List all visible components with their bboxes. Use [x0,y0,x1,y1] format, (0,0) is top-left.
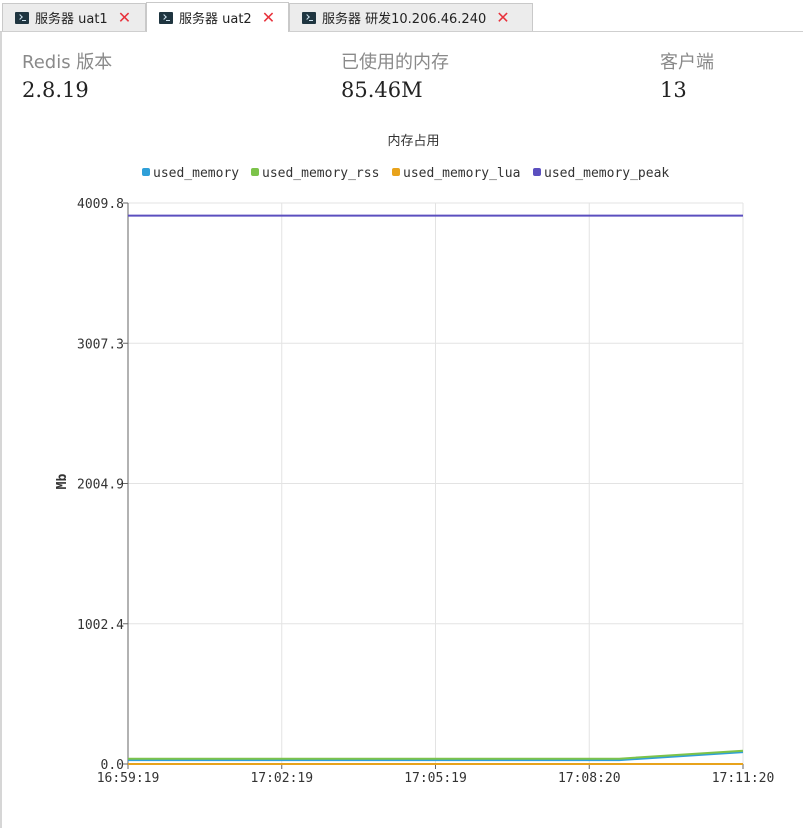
tab-label: 服务器 uat2 [179,12,252,27]
y-tick-label: 4009.8 [77,197,124,212]
tab-label: 服务器 uat1 [35,12,108,27]
terminal-icon [302,11,316,24]
x-tick-label: 17:11:20 [712,771,775,786]
legend-item-used-memory: used_memory [153,166,239,181]
stat-label: 已使用的内存 [341,52,449,73]
stat-label: Redis 版本 [22,52,113,73]
legend-item-used-memory-peak: used_memory_peak [544,166,669,181]
close-icon[interactable]: ✕ [118,9,131,26]
x-tick-label: 17:05:19 [404,771,467,786]
legend-swatch [392,168,400,176]
tab-label: 服务器 研发10.206.46.240 [322,12,487,27]
memory-chart: 内存占用 used_memory used_memory_rss used_memor… [55,133,775,786]
stat-label: 客户端 [660,52,714,73]
stat-value: 13 [660,78,687,102]
close-icon[interactable]: ✕ [496,9,509,26]
legend-swatch [533,168,541,176]
stat-value: 85.46M [341,78,423,102]
y-tick-label: 2004.9 [77,478,124,493]
terminal-icon [15,11,29,24]
stat-value: 2.8.19 [22,78,89,102]
y-tick-label: 1002.4 [77,618,124,633]
legend-item-used-memory-lua: used_memory_lua [403,166,520,181]
tab-server-uat1[interactable]: 服务器 uat1 ✕ [2,3,146,31]
tab-server-dev[interactable]: 服务器 研发10.206.46.240 ✕ [289,3,533,31]
tab-server-uat2[interactable]: 服务器 uat2 ✕ [146,2,289,32]
stat-used-memory: 已使用的内存 85.46M [341,48,449,102]
y-axis-label: Mb [55,474,70,490]
close-icon[interactable]: ✕ [262,9,275,26]
stat-clients: 客户端 13 [660,48,714,102]
tab-bar: 服务器 uat1 ✕ 服务器 uat2 ✕ 服务器 研发10.206.46.24… [0,0,803,32]
x-tick-label: 17:02:19 [250,771,313,786]
chart-title: 内存占用 [387,133,439,149]
stat-redis-version: Redis 版本 2.8.19 [22,48,112,102]
x-tick-label: 16:59:19 [97,771,160,786]
y-tick-label: 3007.3 [77,337,124,352]
terminal-icon [159,11,173,24]
x-tick-label: 17:08:20 [558,771,621,786]
legend-swatch [251,168,259,176]
legend-swatch [142,168,150,176]
legend-item-used-memory-rss: used_memory_rss [262,166,379,181]
